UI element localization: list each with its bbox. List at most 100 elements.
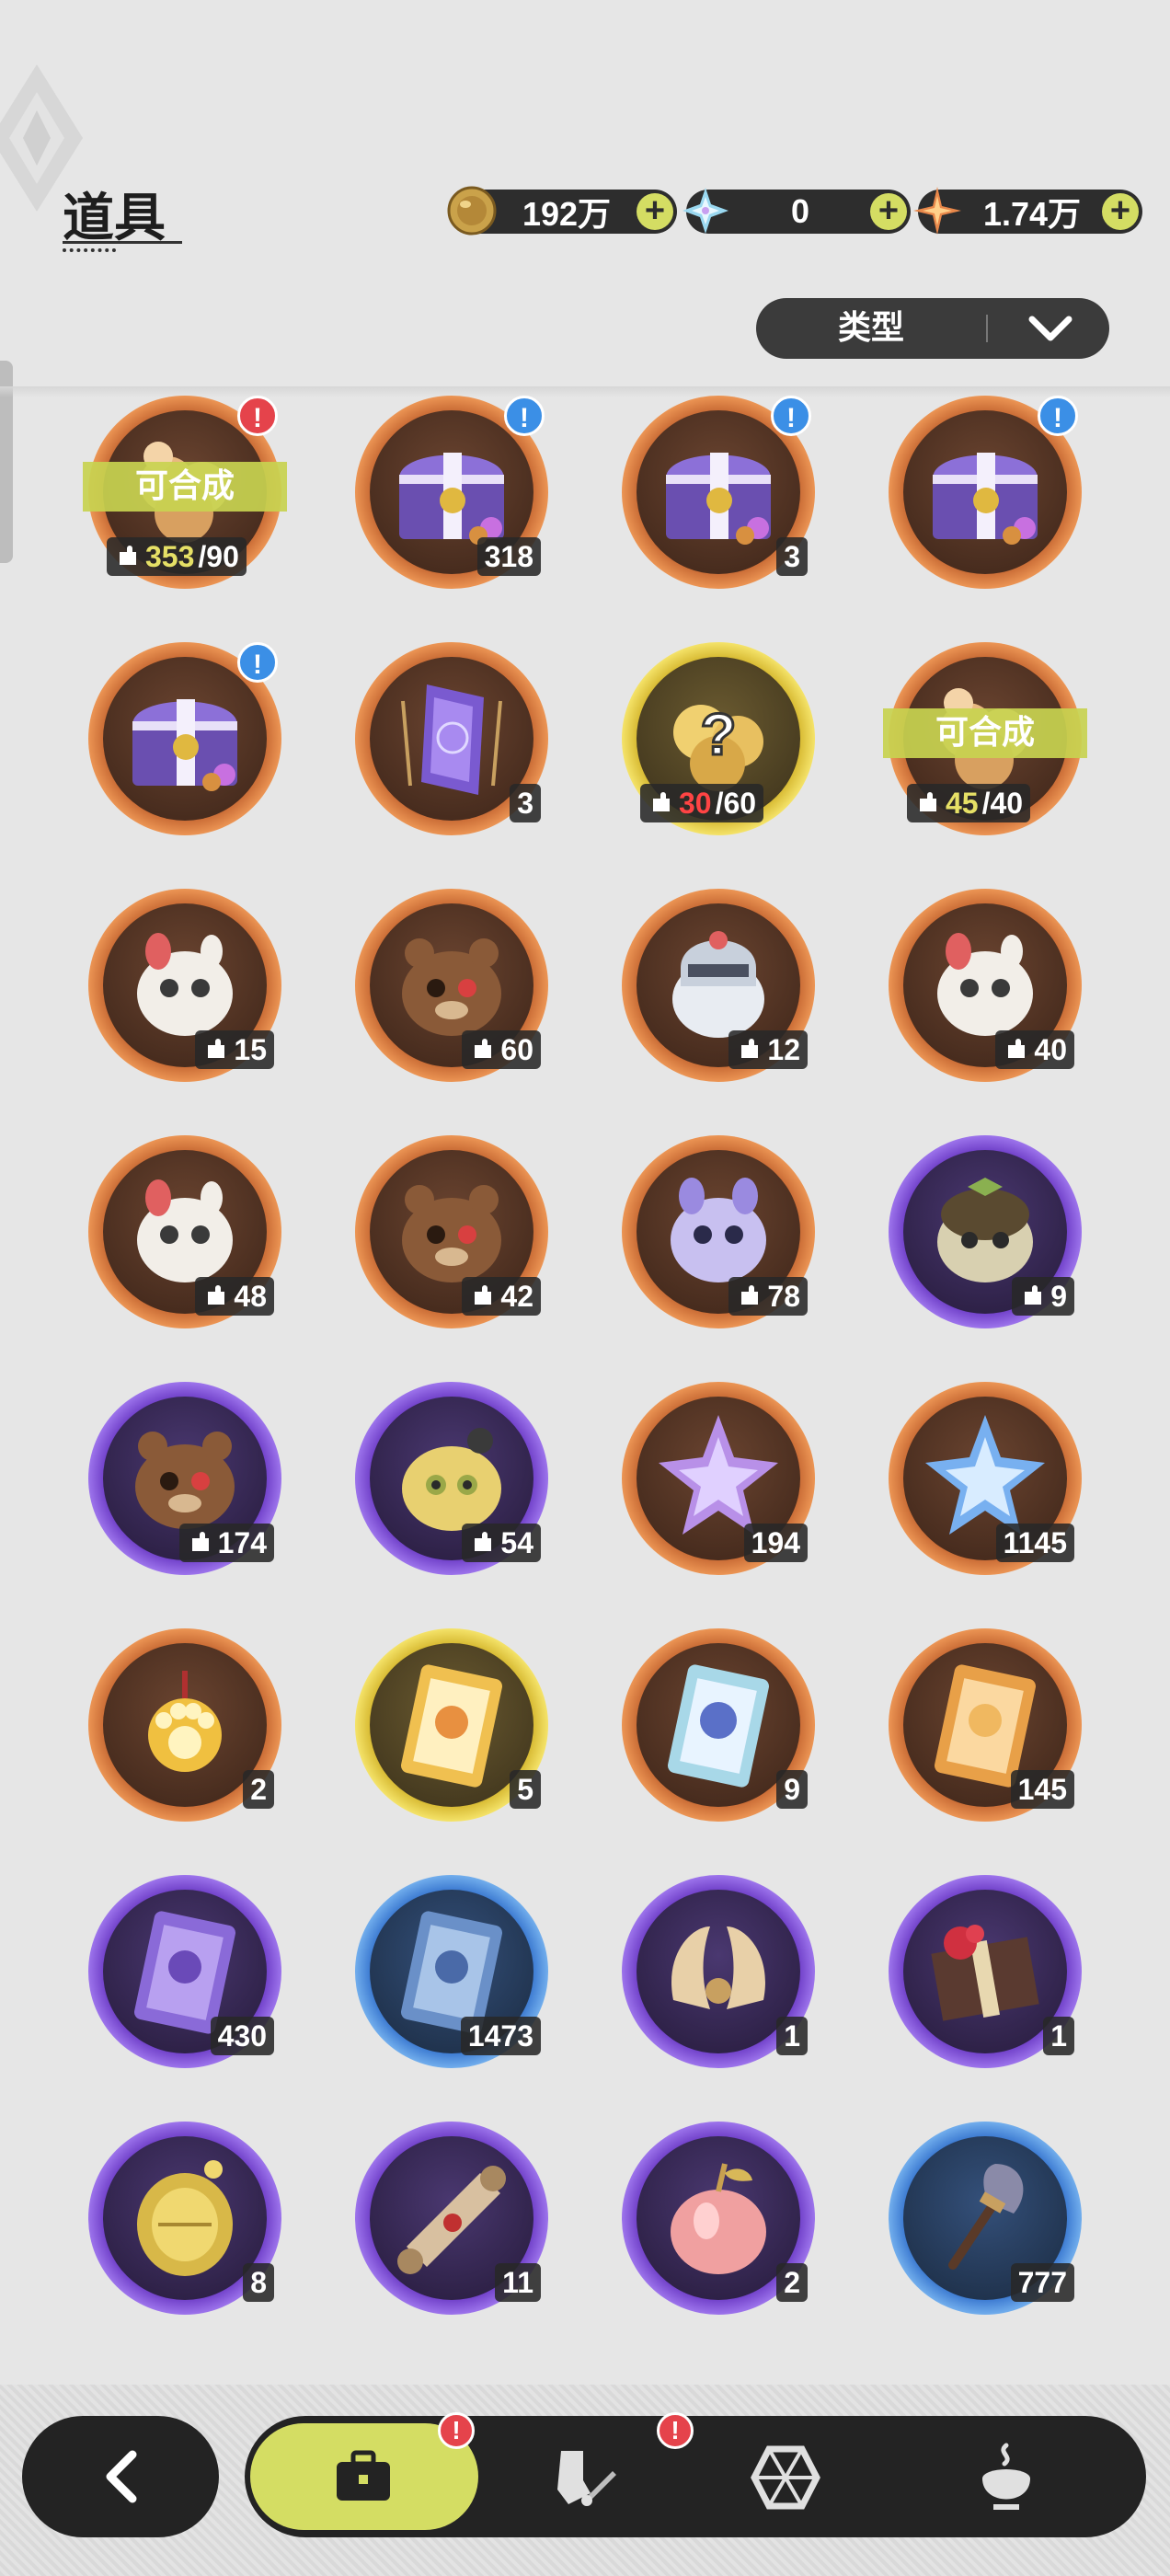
item-count: 3 [510, 784, 541, 822]
fragment-icon [653, 792, 670, 811]
item-alert-badge: ! [237, 642, 278, 683]
item-count: 1145 [995, 1524, 1074, 1562]
add-shard-button[interactable]: + [1102, 193, 1139, 230]
inventory-item[interactable]: 194 [622, 1382, 815, 1575]
add-gold-button[interactable]: + [637, 193, 673, 230]
inventory-item[interactable]: 430 [88, 1875, 281, 2068]
synthesizable-label: 可合成 [883, 708, 1087, 758]
nav-tab-equipment[interactable]: ! [521, 2412, 723, 2537]
item-count: 430 [210, 2017, 274, 2055]
item-count: 2 [776, 2263, 808, 2302]
inventory-item[interactable]: 8 [88, 2122, 281, 2315]
inventory-item[interactable]: 12 [622, 889, 815, 1082]
item-background [103, 657, 267, 821]
fragment-need: /90 [198, 540, 239, 573]
fragment-count-value: 12 [767, 1033, 800, 1066]
fragment-need: /40 [981, 787, 1024, 820]
nav-tab-bag[interactable]: ! [245, 2412, 478, 2537]
fragment-icon [120, 546, 136, 565]
arrow-left-icon [106, 2450, 137, 2503]
fragment-icon [475, 1039, 492, 1058]
inventory-item[interactable]: 42 [355, 1135, 548, 1328]
inventory-item[interactable]: 78 [622, 1135, 815, 1328]
inventory-item[interactable]: 40 [889, 889, 1082, 1082]
item-count: 2 [243, 1770, 274, 1809]
item-alert-badge: ! [504, 396, 545, 436]
fragment-progress: 30/60 [640, 784, 764, 822]
title-dots [63, 248, 116, 252]
inventory-item[interactable]: 3 [355, 642, 548, 835]
inventory-item[interactable]: 1473 [355, 1875, 548, 2068]
item-count: 9 [776, 1770, 808, 1809]
fragment-count-value: 60 [500, 1033, 533, 1066]
fragment-count: 48 [195, 1277, 274, 1316]
item-count: 8 [243, 2263, 274, 2302]
add-crystal-button[interactable]: + [870, 193, 907, 230]
inventory-item[interactable]: 1 [622, 1875, 815, 2068]
inventory-item[interactable]: 5 [355, 1628, 548, 1822]
inventory-item[interactable]: 48 [88, 1135, 281, 1328]
fragment-have: 45 [946, 787, 979, 820]
fragment-count: 174 [178, 1524, 274, 1562]
inventory-item[interactable]: 9 [622, 1628, 815, 1822]
inventory-item[interactable]: 145 [889, 1628, 1082, 1822]
back-button[interactable] [22, 2416, 219, 2537]
inventory-item[interactable]: 54 [355, 1382, 548, 1575]
fragment-icon [208, 1285, 225, 1305]
fragment-progress: 45/40 [907, 784, 1031, 822]
item-alert-badge: ! [237, 396, 278, 436]
fragment-icon [920, 792, 936, 811]
crystal-icon [682, 188, 728, 234]
inventory-item[interactable]: 1 [889, 1875, 1082, 2068]
fragment-count-value: 48 [234, 1280, 267, 1313]
inventory-item[interactable]: 可合成 45/40 [883, 642, 1087, 835]
inventory-item[interactable]: 1145 [889, 1382, 1082, 1575]
fragment-icon [475, 1532, 492, 1551]
inventory-item[interactable]: 15 [88, 889, 281, 1082]
filter-divider [986, 315, 988, 342]
fragment-have: 30 [679, 787, 712, 820]
fragment-count: 78 [728, 1277, 808, 1316]
inventory-item[interactable]: 9 [889, 1135, 1082, 1328]
inventory-item[interactable]: 2 [88, 1628, 281, 1822]
nav-tab-pot[interactable] [925, 2416, 1128, 2537]
nav-equipment-badge: ! [657, 2412, 694, 2449]
fragment-icon [191, 1532, 209, 1551]
bag-icon [337, 2450, 390, 2501]
fragment-count: 9 [1012, 1277, 1074, 1316]
inventory-item[interactable]: 11 [355, 2122, 548, 2315]
fragment-icon [741, 1285, 759, 1305]
item-count: 194 [743, 1524, 808, 1562]
currency-shard: 1.74万 + [913, 187, 1142, 235]
inventory-item[interactable]: 可合成 353/90! [83, 396, 287, 589]
item-count: 3 [776, 537, 808, 576]
inventory-item[interactable]: 2 [622, 2122, 815, 2315]
inventory-item[interactable]: ! [88, 642, 281, 835]
fragment-need: /60 [715, 787, 757, 820]
inventory-item[interactable]: 60 [355, 889, 548, 1082]
fragment-count: 15 [195, 1030, 274, 1069]
gear-equipment-icon [557, 2451, 616, 2506]
star-shard-icon [913, 187, 961, 235]
fragment-count-value: 174 [217, 1526, 267, 1559]
item-count: 318 [476, 537, 541, 576]
inventory-item[interactable]: 174 [88, 1382, 281, 1575]
item-alert-badge: ! [1038, 396, 1078, 436]
inventory-item[interactable]: 3! [622, 396, 815, 589]
chest-icon [933, 453, 1038, 545]
inventory-item[interactable]: ? 30/60 [622, 642, 815, 835]
inventory-item[interactable]: 318! [355, 396, 548, 589]
item-alert-badge: ! [771, 396, 811, 436]
fragment-progress: 353/90 [107, 537, 247, 576]
chevron-down-icon [1028, 316, 1072, 341]
fragment-count: 42 [462, 1277, 541, 1316]
nav-tab-hexagon[interactable] [723, 2416, 925, 2537]
fragment-count: 54 [462, 1524, 541, 1562]
item-count: 1 [776, 2017, 808, 2055]
type-filter-dropdown[interactable]: 类型 [756, 298, 1109, 359]
inventory-item[interactable]: 777 [889, 2122, 1082, 2315]
fragment-count: 12 [728, 1030, 808, 1069]
svg-text:?: ? [700, 701, 736, 767]
inventory-item[interactable]: ! [889, 396, 1082, 589]
fragment-icon [741, 1039, 759, 1058]
